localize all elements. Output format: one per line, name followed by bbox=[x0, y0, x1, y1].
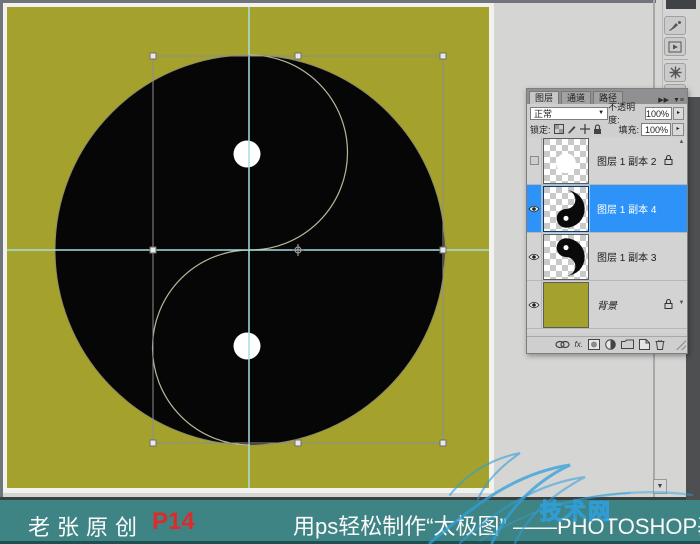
opacity-input[interactable]: 100% bbox=[645, 107, 672, 120]
adjustment-layer-icon[interactable] bbox=[605, 339, 616, 350]
layer-lock-icon bbox=[664, 154, 673, 167]
layer-thumbnail-taiji-comma-flipped[interactable] bbox=[543, 234, 589, 280]
panel-resize-grip[interactable] bbox=[676, 340, 686, 350]
layer-thumbnail-white-dot[interactable] bbox=[543, 138, 589, 184]
comps-panel-icon[interactable] bbox=[664, 37, 686, 56]
dock-divider bbox=[664, 59, 688, 60]
panel-menu-icon[interactable]: ▼≡ bbox=[673, 97, 684, 104]
styles-panel-icon[interactable] bbox=[664, 63, 686, 82]
fill-input[interactable]: 100% bbox=[641, 123, 671, 136]
new-layer-icon[interactable] bbox=[639, 339, 650, 350]
layer-list: 图层 1 副本 2 图层 1 副本 4 bbox=[527, 137, 687, 333]
tutorial-title: 用ps轻松制作“太极图” ——PHOTOSHOP基础应用 bbox=[293, 509, 700, 541]
handle-bottom-left[interactable] bbox=[150, 440, 156, 446]
visibility-toggle[interactable] bbox=[527, 281, 542, 329]
layer-thumbnail-taiji-comma[interactable] bbox=[543, 186, 589, 232]
layers-panel: 图层 通道 路径 ▶▶ ▼≡ 正常 ▼ 不透明度: 100% ▸ 锁定: 填充:… bbox=[526, 88, 688, 354]
scroll-up-icon[interactable]: ▲ bbox=[677, 138, 686, 147]
handle-top-right[interactable] bbox=[440, 53, 446, 59]
lock-transparency-icon[interactable] bbox=[554, 124, 564, 134]
layer-row-copy3[interactable]: 图层 1 副本 3 bbox=[527, 233, 687, 281]
layer-row-copy2[interactable]: 图层 1 副本 2 bbox=[527, 137, 687, 185]
layers-panel-footer: fx. bbox=[527, 336, 687, 351]
scroll-down-icon[interactable]: ▼ bbox=[677, 299, 686, 308]
visibility-toggle[interactable] bbox=[527, 137, 542, 185]
layer-row-copy4[interactable]: 图层 1 副本 4 bbox=[527, 185, 687, 233]
page-number: P14 bbox=[152, 508, 195, 536]
handle-mid-right[interactable] bbox=[440, 247, 446, 253]
link-layers-icon[interactable] bbox=[555, 340, 570, 349]
taiji-lower-dot[interactable] bbox=[234, 333, 261, 360]
layer-row-background[interactable]: 背景 bbox=[527, 281, 687, 329]
delete-layer-icon[interactable] bbox=[655, 339, 665, 350]
eye-icon[interactable] bbox=[528, 301, 540, 309]
blend-mode-value: 正常 bbox=[534, 107, 552, 120]
handle-bottom-center[interactable] bbox=[295, 440, 301, 446]
panel-tabbar: 图层 通道 路径 ▶▶ ▼≡ bbox=[527, 89, 687, 104]
layer-style-icon[interactable]: fx. bbox=[575, 340, 583, 349]
add-mask-icon[interactable] bbox=[588, 339, 600, 350]
lock-pixels-icon[interactable] bbox=[567, 124, 577, 134]
brush-panel-icon[interactable] bbox=[664, 16, 686, 35]
layer-name[interactable]: 背景 bbox=[597, 297, 617, 312]
tab-channels[interactable]: 通道 bbox=[561, 91, 591, 104]
visibility-empty-checkbox[interactable] bbox=[530, 156, 539, 165]
bottom-info-bar: 老张原创 P14 用ps轻松制作“太极图” ——PHOTOSHOP基础应用 bbox=[0, 500, 700, 544]
eye-icon[interactable] bbox=[528, 205, 540, 213]
visibility-toggle[interactable] bbox=[527, 185, 542, 233]
lock-fill-row: 锁定: 填充: 100% ▸ bbox=[527, 121, 687, 137]
eye-icon[interactable] bbox=[528, 253, 540, 261]
fill-spinner-icon[interactable]: ▸ bbox=[672, 123, 684, 136]
collapse-panel-icon[interactable]: ▶▶ bbox=[658, 96, 669, 104]
tab-layers[interactable]: 图层 bbox=[529, 91, 559, 104]
layer-lock-icon bbox=[664, 298, 673, 311]
new-group-icon[interactable] bbox=[621, 339, 634, 349]
lock-position-icon[interactable] bbox=[580, 124, 590, 134]
handle-mid-left[interactable] bbox=[150, 247, 156, 253]
layer-list-scrollbar[interactable]: ▲ ▼ bbox=[677, 138, 686, 332]
author-credit: 老张原创 bbox=[28, 510, 144, 542]
blend-opacity-row: 正常 ▼ 不透明度: 100% ▸ bbox=[527, 105, 687, 121]
fill-label: 填充: bbox=[618, 123, 639, 136]
taiji-upper-dot[interactable] bbox=[234, 141, 261, 168]
layer-thumbnail-background[interactable] bbox=[543, 282, 589, 328]
visibility-toggle[interactable] bbox=[527, 233, 542, 281]
blend-dropdown-arrow-icon[interactable]: ▼ bbox=[598, 110, 604, 116]
opacity-spinner-icon[interactable]: ▸ bbox=[673, 107, 684, 120]
lock-all-icon[interactable] bbox=[593, 124, 602, 135]
layer-name[interactable]: 图层 1 副本 2 bbox=[597, 153, 656, 168]
lock-label: 锁定: bbox=[530, 123, 551, 136]
handle-bottom-right[interactable] bbox=[440, 440, 446, 446]
layer-name[interactable]: 图层 1 副本 3 bbox=[597, 249, 656, 264]
blend-mode-select[interactable]: 正常 ▼ bbox=[530, 107, 608, 120]
layer-name[interactable]: 图层 1 副本 4 bbox=[597, 201, 656, 216]
handle-top-center[interactable] bbox=[295, 53, 301, 59]
handle-top-left[interactable] bbox=[150, 53, 156, 59]
